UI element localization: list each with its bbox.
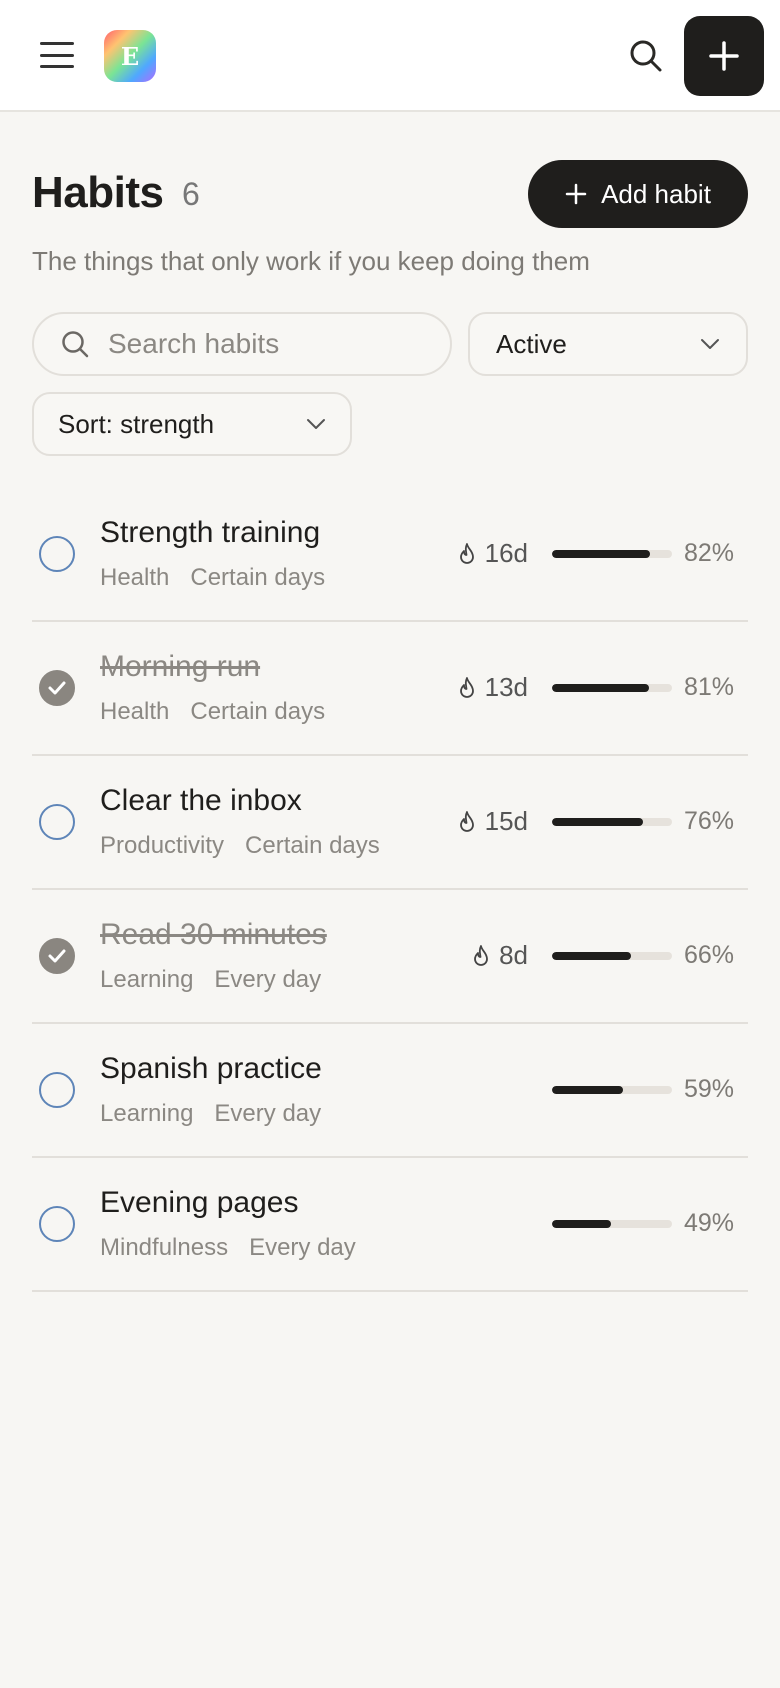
habit-category: Learning [100, 966, 194, 993]
habit-streak-value: 8d [499, 940, 528, 970]
habit-row[interactable]: Morning run Health Certain days 13d 81% [32, 622, 748, 756]
sort-dropdown[interactable]: Sort: strength [32, 392, 352, 456]
habit-name[interactable]: Strength training [100, 516, 320, 550]
habit-checkbox[interactable] [39, 1072, 75, 1108]
habit-checkbox[interactable] [39, 670, 75, 706]
habit-row[interactable]: Spanish practice Learning Every day 59% [32, 1024, 748, 1158]
habit-list: Strength training Health Certain days 16… [32, 488, 748, 1292]
plus-icon [565, 183, 587, 205]
habit-category: Health [100, 564, 170, 591]
habit-strength-percent: 76% [683, 807, 734, 835]
habit-strength-fill [552, 1086, 623, 1094]
new-item-button[interactable] [684, 16, 764, 96]
habit-checkbox[interactable] [39, 804, 75, 840]
habit-category: Mindfulness [100, 1234, 229, 1261]
habit-schedule: Certain days [190, 564, 326, 591]
habit-streak: 15d [457, 806, 528, 837]
habit-count: 6 [182, 176, 200, 212]
habit-strength-bar [552, 1086, 672, 1094]
search-input[interactable] [108, 328, 408, 360]
habit-strength-bar [552, 684, 672, 692]
habit-strength-bar [552, 952, 672, 960]
habit-category: Health [100, 698, 170, 725]
habit-meta: Learning Every day [100, 1100, 321, 1128]
habit-streak: 13d [457, 672, 528, 703]
habit-schedule: Every day [214, 1100, 322, 1127]
habit-strength-fill [552, 952, 632, 960]
search-field[interactable] [32, 312, 452, 376]
habit-name[interactable]: Evening pages [100, 1186, 299, 1220]
habit-name[interactable]: Clear the inbox [100, 784, 302, 818]
habit-strength-fill [552, 684, 650, 692]
habit-strength-percent: 82% [683, 539, 734, 567]
app-logo[interactable]: E [104, 30, 156, 82]
habit-row[interactable]: Evening pages Mindfulness Every day 49% [32, 1158, 748, 1292]
add-habit-button[interactable]: Add habit [528, 160, 748, 228]
habit-strength-fill [552, 1220, 611, 1228]
habit-name[interactable]: Read 30 minutes [100, 918, 327, 952]
habit-strength-bar [552, 550, 672, 558]
habit-strength-fill [552, 550, 651, 558]
habit-strength-percent: 59% [683, 1075, 734, 1103]
check-icon [48, 681, 66, 695]
habit-streak: 8d [471, 940, 528, 971]
habit-row[interactable]: Clear the inbox Productivity Certain day… [32, 756, 748, 890]
habit-strength-bar [552, 1220, 672, 1228]
habit-streak-value: 16d [484, 538, 528, 568]
habit-category: Learning [100, 1100, 194, 1127]
habit-strength-percent: 66% [683, 941, 734, 969]
status-filter-value: Active [496, 328, 567, 359]
habit-category: Productivity [100, 832, 225, 859]
add-habit-label: Add habit [601, 178, 711, 209]
habit-strength-fill [552, 818, 644, 826]
habit-checkbox[interactable] [39, 1206, 75, 1242]
habit-schedule: Certain days [245, 832, 380, 859]
chevron-down-icon [701, 339, 719, 349]
habit-streak-value: 13d [484, 672, 528, 702]
habit-meta: Learning Every day [100, 966, 321, 994]
sort-value: Sort: strength [58, 408, 215, 439]
flame-icon [474, 944, 488, 966]
search-icon [62, 331, 89, 358]
habit-schedule: Every day [249, 1234, 356, 1261]
plus-icon [709, 41, 739, 71]
search-icon[interactable] [622, 32, 670, 80]
habit-strength-bar [552, 818, 672, 826]
habit-name[interactable]: Morning run [100, 650, 260, 684]
habit-row[interactable]: Read 30 minutes Learning Every day 8d 66… [32, 890, 748, 1024]
page-subtitle: The things that only work if you keep do… [32, 246, 590, 276]
habit-checkbox[interactable] [39, 536, 75, 572]
flame-icon [459, 810, 474, 832]
habit-checkbox[interactable] [39, 938, 75, 974]
habit-meta: Health Certain days [100, 698, 325, 726]
check-icon [48, 949, 66, 963]
habit-schedule: Every day [214, 966, 322, 993]
flame-icon [459, 676, 474, 698]
habit-streak: 16d [457, 538, 528, 569]
habit-streak-value: 15d [484, 806, 528, 836]
page-title: Habits [32, 168, 164, 217]
top-bar: E [0, 0, 780, 112]
status-filter-dropdown[interactable]: Active [468, 312, 748, 376]
logo-letter: E [120, 41, 140, 71]
habit-row[interactable]: Strength training Health Certain days 16… [32, 488, 748, 622]
habit-meta: Productivity Certain days [100, 832, 380, 860]
flame-icon [459, 542, 474, 564]
habit-strength-percent: 81% [683, 673, 734, 701]
menu-icon[interactable] [36, 36, 78, 74]
habit-name[interactable]: Spanish practice [100, 1052, 322, 1086]
habit-schedule: Certain days [190, 698, 326, 725]
habit-meta: Health Certain days [100, 564, 325, 592]
habit-meta: Mindfulness Every day [100, 1234, 356, 1262]
habit-strength-percent: 49% [683, 1209, 734, 1237]
chevron-down-icon [307, 419, 325, 429]
